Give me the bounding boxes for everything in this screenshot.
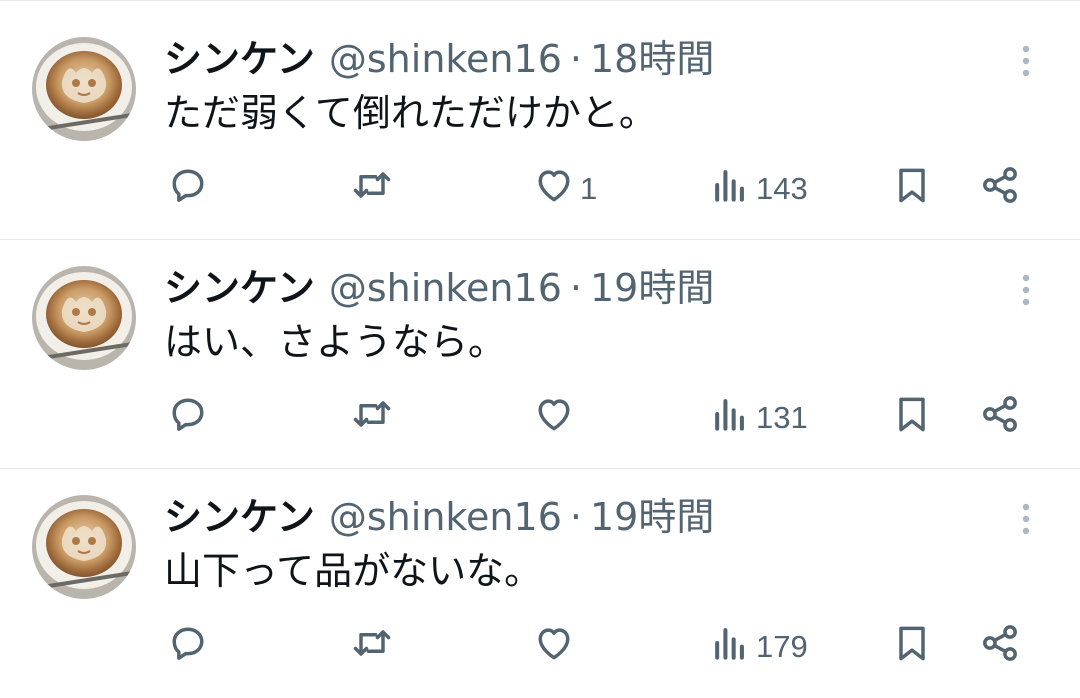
view-count: 143 [756,171,808,206]
user-handle[interactable]: @shinken16 [329,264,562,312]
share-icon [978,392,1022,444]
heart-icon [532,392,576,444]
separator-dot: · [569,37,582,81]
view-count: 131 [756,400,808,435]
views-icon [708,163,752,215]
more-icon[interactable] [1016,43,1036,83]
user-handle[interactable]: @shinken16 [329,493,562,541]
retweet-icon [350,621,394,673]
timestamp[interactable]: 19時間 [590,493,714,541]
separator-dot: · [569,266,582,310]
views-icon [708,392,752,444]
reply-button[interactable] [166,621,214,673]
bookmark-icon [890,621,934,673]
display-name[interactable]: シンケン [164,493,315,541]
tweet-text: ただ弱くて倒れただけかと。 [164,91,657,135]
user-handle[interactable]: @shinken16 [329,35,562,83]
views-icon [708,621,752,673]
views-button[interactable]: 143 [708,163,808,215]
bookmark-button[interactable] [890,621,934,673]
share-button[interactable] [978,621,1022,673]
bookmark-icon [890,392,934,444]
bookmark-button[interactable] [890,392,934,444]
like-button[interactable] [532,621,580,673]
heart-icon [532,621,576,673]
avatar[interactable] [32,266,136,370]
views-button[interactable]: 131 [708,392,808,444]
share-icon [978,621,1022,673]
tweet-header: シンケン @shinken16 · 19時間 [164,493,714,541]
tweet-text: はい、さようなら。 [164,320,507,364]
like-button[interactable]: 1 [532,163,597,215]
reply-icon [166,392,210,444]
views-button[interactable]: 179 [708,621,808,673]
avatar[interactable] [32,495,136,599]
tweet-header: シンケン @shinken16 · 19時間 [164,264,714,312]
tweet-header: シンケン @shinken16 · 18時間 [164,35,714,83]
heart-icon [532,163,576,215]
action-bar: 1 143 [0,163,1080,215]
tweet-feed: シンケン @shinken16 · 18時間 ただ弱くて倒れただけかと。 1 1… [0,0,1080,698]
action-bar: 179 [0,621,1080,673]
retweet-button[interactable] [350,621,398,673]
reply-button[interactable] [166,163,214,215]
separator-dot: · [569,495,582,539]
retweet-button[interactable] [350,392,398,444]
more-icon[interactable] [1016,501,1036,541]
display-name[interactable]: シンケン [164,35,315,83]
reply-button[interactable] [166,392,214,444]
retweet-button[interactable] [350,163,398,215]
more-icon[interactable] [1016,272,1036,312]
tweet-text: 山下って品がないな。 [164,549,543,593]
retweet-icon [350,392,394,444]
reply-icon [166,621,210,673]
display-name[interactable]: シンケン [164,264,315,312]
timestamp[interactable]: 19時間 [590,264,714,312]
tweet[interactable]: シンケン @shinken16 · 19時間 はい、さようなら。 131 [0,240,1080,469]
action-bar: 131 [0,392,1080,444]
tweet[interactable]: シンケン @shinken16 · 18時間 ただ弱くて倒れただけかと。 1 1… [0,0,1080,240]
reply-icon [166,163,210,215]
like-button[interactable] [532,392,580,444]
retweet-icon [350,163,394,215]
avatar[interactable] [32,37,136,141]
like-count: 1 [580,171,598,206]
bookmark-button[interactable] [890,163,934,215]
tweet[interactable]: シンケン @shinken16 · 19時間 山下って品がないな。 179 [0,469,1080,698]
share-button[interactable] [978,163,1022,215]
view-count: 179 [756,629,808,664]
share-icon [978,163,1022,215]
bookmark-icon [890,163,934,215]
share-button[interactable] [978,392,1022,444]
timestamp[interactable]: 18時間 [590,35,714,83]
